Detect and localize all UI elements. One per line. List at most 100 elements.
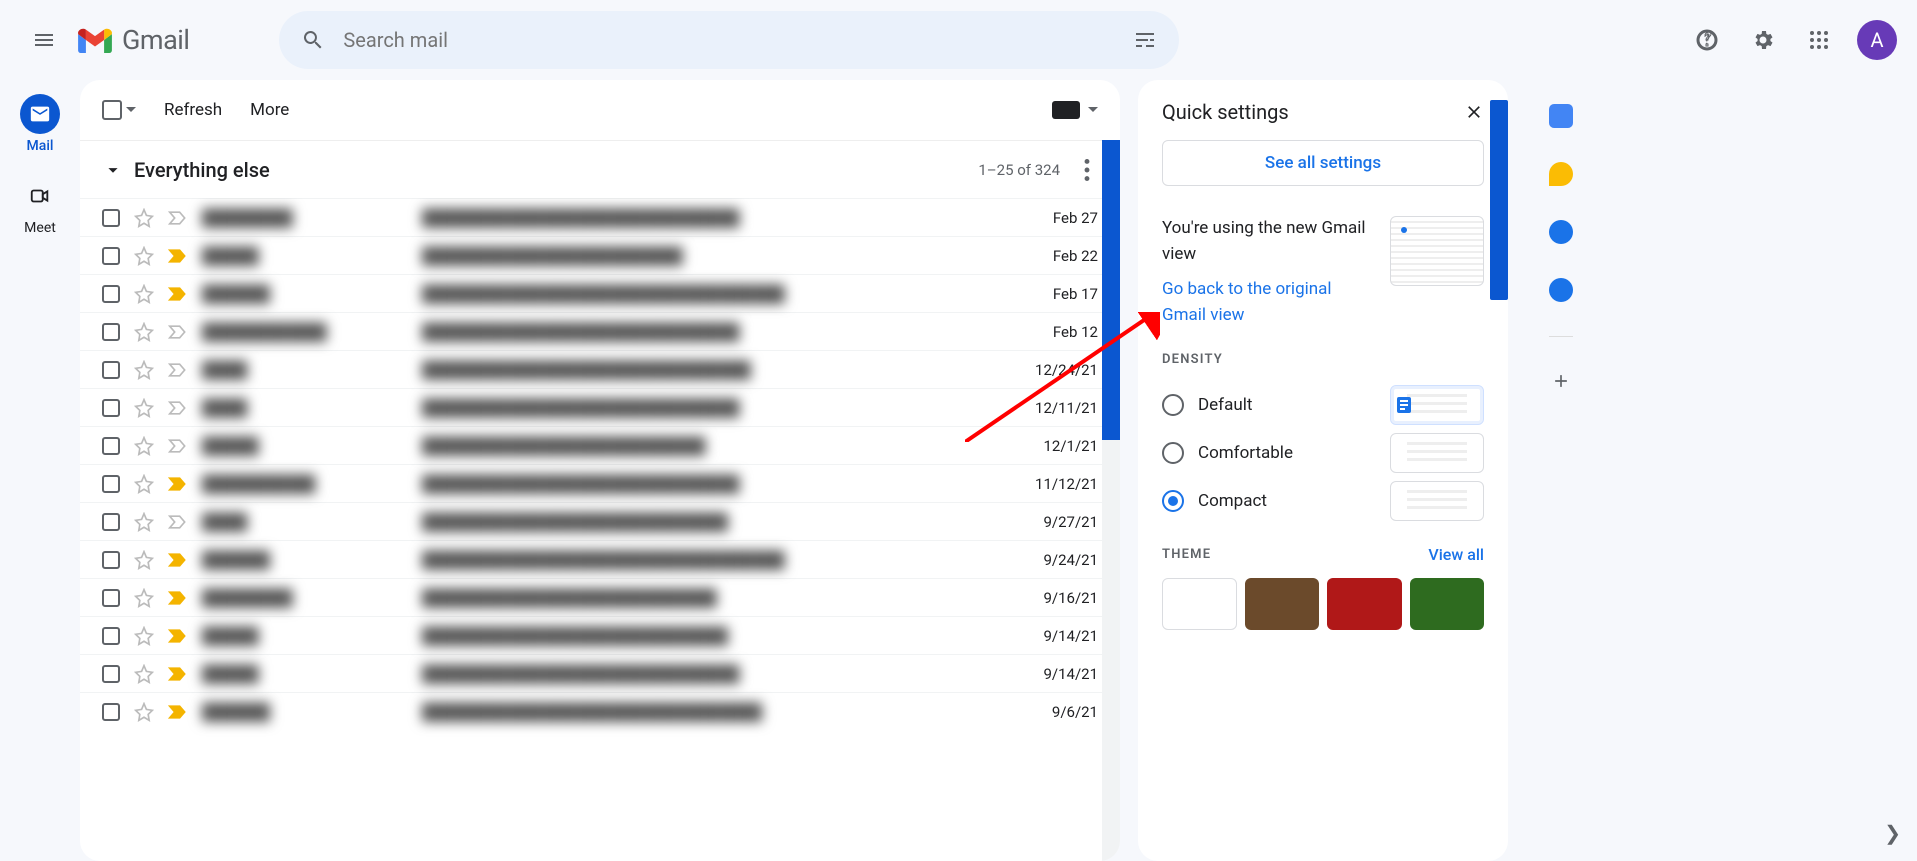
theme-view-all-link[interactable]: View all: [1428, 545, 1484, 564]
importance-icon[interactable]: [168, 513, 188, 531]
star-icon[interactable]: [134, 626, 154, 646]
mail-row[interactable]: ████ █████████████████████████████ 12/24…: [80, 350, 1120, 388]
row-checkbox[interactable]: [102, 285, 120, 303]
row-sender: ███████████: [202, 322, 422, 342]
mail-row[interactable]: ███████████ ████████████████████████████…: [80, 312, 1120, 350]
star-icon[interactable]: [134, 512, 154, 532]
mail-row[interactable]: █████ ███████████████████████ Feb 22: [80, 236, 1120, 274]
mail-icon: [29, 103, 51, 125]
mail-row[interactable]: ████████ ████████████████████████████ Fe…: [80, 198, 1120, 236]
expand-side-panel-icon[interactable]: ❯: [1884, 821, 1901, 845]
see-all-settings-button[interactable]: See all settings: [1162, 140, 1484, 186]
mail-row[interactable]: ████ ███████████████████████████ 9/27/21: [80, 502, 1120, 540]
mail-row[interactable]: ██████ ██████████████████████████████ 9/…: [80, 692, 1120, 730]
mail-row[interactable]: █████ ████████████████████████████ 9/14/…: [80, 654, 1120, 692]
star-icon[interactable]: [134, 322, 154, 342]
search-options-icon[interactable]: [1133, 28, 1157, 52]
star-icon[interactable]: [134, 398, 154, 418]
density-comfortable[interactable]: Comfortable: [1162, 429, 1484, 477]
row-checkbox[interactable]: [102, 437, 120, 455]
keep-app-icon[interactable]: [1549, 162, 1573, 186]
nav-mail[interactable]: Mail: [20, 94, 60, 154]
search-bar[interactable]: [279, 11, 1179, 69]
star-icon[interactable]: [134, 664, 154, 684]
row-checkbox[interactable]: [102, 361, 120, 379]
mail-row[interactable]: █████ █████████████████████████ 12/1/21: [80, 426, 1120, 464]
importance-icon[interactable]: [168, 323, 188, 341]
go-back-original-link[interactable]: Go back to the original Gmail view: [1162, 277, 1376, 328]
star-icon[interactable]: [134, 474, 154, 494]
search-input[interactable]: [343, 28, 1115, 52]
theme-swatch[interactable]: [1327, 578, 1401, 630]
mail-row[interactable]: ██████████ ████████████████████████████ …: [80, 464, 1120, 502]
importance-icon[interactable]: [168, 209, 188, 227]
importance-icon[interactable]: [168, 475, 188, 493]
apps-button[interactable]: [1795, 16, 1843, 64]
row-checkbox[interactable]: [102, 209, 120, 227]
density-compact[interactable]: Compact: [1162, 477, 1484, 525]
importance-icon[interactable]: [168, 399, 188, 417]
importance-icon[interactable]: [168, 361, 188, 379]
star-icon[interactable]: [134, 360, 154, 380]
close-icon[interactable]: [1464, 102, 1484, 122]
importance-icon[interactable]: [168, 437, 188, 455]
mail-row[interactable]: ██████ ████████████████████████████████ …: [80, 540, 1120, 578]
row-checkbox[interactable]: [102, 513, 120, 531]
more-vert-icon[interactable]: [1076, 159, 1098, 181]
density-default[interactable]: Default: [1162, 381, 1484, 429]
input-tools-icon[interactable]: [1052, 101, 1080, 119]
caret-down-icon[interactable]: [1088, 105, 1098, 115]
help-button[interactable]: ?: [1683, 16, 1731, 64]
checkbox-icon: [102, 100, 122, 120]
importance-icon[interactable]: [168, 247, 188, 265]
row-checkbox[interactable]: [102, 247, 120, 265]
star-icon[interactable]: [134, 702, 154, 722]
importance-icon[interactable]: [168, 627, 188, 645]
radio-icon: [1162, 442, 1184, 464]
calendar-app-icon[interactable]: [1549, 104, 1573, 128]
importance-icon[interactable]: [168, 703, 188, 721]
scrollbar-thumb[interactable]: [1102, 140, 1120, 440]
theme-swatch[interactable]: [1162, 578, 1237, 630]
settings-button[interactable]: [1739, 16, 1787, 64]
row-checkbox[interactable]: [102, 665, 120, 683]
mail-row[interactable]: ████ ████████████████████████████ 12/11/…: [80, 388, 1120, 426]
search-icon: [301, 28, 325, 52]
refresh-button[interactable]: Refresh: [164, 100, 222, 120]
row-checkbox[interactable]: [102, 475, 120, 493]
tasks-app-icon[interactable]: [1549, 220, 1573, 244]
add-app-icon[interactable]: [1551, 371, 1571, 391]
mail-row[interactable]: ██████ ████████████████████████████████ …: [80, 274, 1120, 312]
row-checkbox[interactable]: [102, 627, 120, 645]
star-icon[interactable]: [134, 588, 154, 608]
row-checkbox[interactable]: [102, 551, 120, 569]
select-all[interactable]: [102, 100, 136, 120]
row-checkbox[interactable]: [102, 703, 120, 721]
importance-icon[interactable]: [168, 551, 188, 569]
star-icon[interactable]: [134, 208, 154, 228]
star-icon[interactable]: [134, 246, 154, 266]
more-button[interactable]: More: [250, 100, 289, 120]
panel-scrollbar-thumb[interactable]: [1490, 100, 1508, 300]
main-menu-button[interactable]: [20, 16, 68, 64]
contacts-app-icon[interactable]: [1549, 278, 1573, 302]
apps-grid-icon: [1807, 28, 1831, 52]
row-checkbox[interactable]: [102, 323, 120, 341]
row-checkbox[interactable]: [102, 399, 120, 417]
theme-swatch[interactable]: [1410, 578, 1484, 630]
nav-meet[interactable]: Meet: [20, 176, 60, 236]
star-icon[interactable]: [134, 550, 154, 570]
importance-icon[interactable]: [168, 285, 188, 303]
importance-icon[interactable]: [168, 589, 188, 607]
importance-icon[interactable]: [168, 665, 188, 683]
star-icon[interactable]: [134, 284, 154, 304]
star-icon[interactable]: [134, 436, 154, 456]
row-checkbox[interactable]: [102, 589, 120, 607]
mail-row[interactable]: ████████ ██████████████████████████ 9/16…: [80, 578, 1120, 616]
side-apps-rail: [1526, 80, 1596, 861]
theme-swatch[interactable]: [1245, 578, 1319, 630]
account-avatar[interactable]: A: [1857, 20, 1897, 60]
mail-row[interactable]: █████ ███████████████████████████ 9/14/2…: [80, 616, 1120, 654]
section-header[interactable]: Everything else 1–25 of 324: [80, 140, 1120, 198]
gmail-logo[interactable]: Gmail: [78, 24, 189, 56]
